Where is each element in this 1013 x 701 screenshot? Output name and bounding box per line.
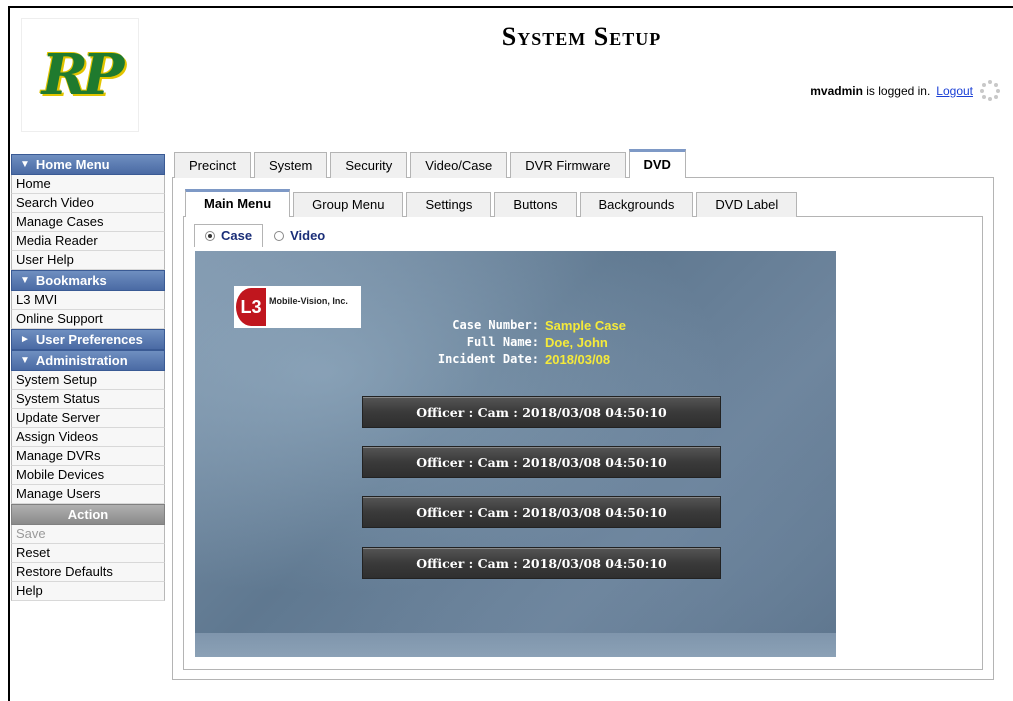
sidebar-item-l3-mvi[interactable]: L3 MVI bbox=[11, 291, 165, 310]
case-number-value: Sample Case bbox=[545, 318, 626, 333]
tab-dvd[interactable]: DVD bbox=[628, 149, 686, 178]
dvd-panel: Case Video L3 Mobile-Vision, Inc. Case N… bbox=[183, 216, 983, 670]
sidebar-item-search-video[interactable]: Search Video bbox=[11, 194, 165, 213]
incident-date-value: 2018/03/08 bbox=[545, 352, 611, 367]
logged-in-text: is logged in. bbox=[866, 84, 931, 98]
tab-video-case[interactable]: Video/Case bbox=[410, 152, 508, 178]
video-button-2[interactable]: Officer : Cam : 2018/03/08 04:50:10 bbox=[362, 446, 721, 478]
sidebar-item-manage-dvrs[interactable]: Manage DVRs bbox=[11, 447, 165, 466]
reset-button[interactable]: Reset bbox=[11, 544, 165, 563]
home-menu-header[interactable]: ▼ Home Menu bbox=[11, 154, 165, 175]
sidebar-item-system-setup[interactable]: System Setup bbox=[11, 371, 165, 390]
tab-buttons[interactable]: Buttons bbox=[494, 192, 577, 217]
loading-spinner-icon bbox=[979, 80, 1001, 102]
tab-dvd-label[interactable]: DVD Label bbox=[696, 192, 798, 217]
mode-tabs: Case Video bbox=[194, 223, 337, 247]
triangle-down-icon: ▼ bbox=[20, 355, 30, 366]
l3-logo-name: Mobile-Vision, Inc. bbox=[269, 296, 348, 306]
incident-date-label: Incident Date: bbox=[437, 352, 539, 366]
tab-video-label: Video bbox=[290, 227, 326, 243]
tab-dvr-firmware[interactable]: DVR Firmware bbox=[510, 152, 626, 178]
triangle-down-icon: ▼ bbox=[20, 275, 30, 286]
l3-logo-mark: L3 bbox=[236, 288, 266, 326]
radio-unselected-icon[interactable] bbox=[274, 230, 285, 241]
tab-security[interactable]: Security bbox=[330, 152, 408, 178]
tab-backgrounds[interactable]: Backgrounds bbox=[579, 192, 694, 217]
video-button-3[interactable]: Officer : Cam : 2018/03/08 04:50:10 bbox=[362, 496, 721, 528]
bookmarks-label: Bookmarks bbox=[35, 273, 107, 288]
username: mvadmin bbox=[810, 84, 863, 98]
sidebar: ▼ Home Menu Home Search Video Manage Cas… bbox=[11, 154, 165, 601]
tab-video[interactable]: Video bbox=[263, 224, 337, 247]
video-button-1[interactable]: Officer : Cam : 2018/03/08 04:50:10 bbox=[362, 396, 721, 428]
user-preferences-header[interactable]: ► User Preferences bbox=[11, 329, 165, 350]
sidebar-item-assign-videos[interactable]: Assign Videos bbox=[11, 428, 165, 447]
secondary-tabs: Main Menu Group Menu Settings Buttons Ba… bbox=[185, 189, 800, 217]
login-status: mvadmin is logged in. Logout bbox=[810, 80, 1001, 102]
administration-header[interactable]: ▼ Administration bbox=[11, 350, 165, 371]
full-name-value: Doe, John bbox=[545, 335, 608, 350]
video-button-4[interactable]: Officer : Cam : 2018/03/08 04:50:10 bbox=[362, 547, 721, 579]
radio-selected-icon[interactable] bbox=[205, 231, 215, 241]
action-header: Action bbox=[11, 504, 165, 525]
preview-bottom-band bbox=[195, 633, 836, 657]
sidebar-item-manage-users[interactable]: Manage Users bbox=[11, 485, 165, 504]
sidebar-item-update-server[interactable]: Update Server bbox=[11, 409, 165, 428]
administration-label: Administration bbox=[35, 353, 128, 368]
sidebar-item-mobile-devices[interactable]: Mobile Devices bbox=[11, 466, 165, 485]
user-preferences-label: User Preferences bbox=[35, 332, 143, 347]
triangle-down-icon: ▼ bbox=[20, 159, 30, 170]
case-number-label: Case Number: bbox=[452, 318, 539, 332]
bookmarks-header[interactable]: ▼ Bookmarks bbox=[11, 270, 165, 291]
tab-main-menu[interactable]: Main Menu bbox=[185, 189, 291, 217]
tab-settings[interactable]: Settings bbox=[406, 192, 492, 217]
sidebar-item-media-reader[interactable]: Media Reader bbox=[11, 232, 165, 251]
tab-precinct[interactable]: Precinct bbox=[174, 152, 251, 178]
case-info: Case Number: Sample Case Full Name: Doe,… bbox=[345, 317, 765, 368]
sidebar-item-home[interactable]: Home bbox=[11, 175, 165, 194]
tab-system[interactable]: System bbox=[253, 152, 328, 178]
sidebar-item-manage-cases[interactable]: Manage Cases bbox=[11, 213, 165, 232]
sidebar-item-user-help[interactable]: User Help bbox=[11, 251, 165, 270]
tab-case-label: Case bbox=[221, 228, 253, 243]
home-menu-label: Home Menu bbox=[35, 157, 110, 172]
setup-panel: Case Video L3 Mobile-Vision, Inc. Case N… bbox=[172, 177, 994, 680]
page-title: System Setup bbox=[501, 22, 662, 51]
sidebar-item-system-status[interactable]: System Status bbox=[11, 390, 165, 409]
logout-link[interactable]: Logout bbox=[936, 84, 973, 98]
full-name-label: Full Name: bbox=[466, 335, 539, 349]
tab-case[interactable]: Case bbox=[194, 224, 264, 247]
triangle-right-icon: ► bbox=[20, 334, 30, 345]
restore-defaults-button[interactable]: Restore Defaults bbox=[11, 563, 165, 582]
tab-group-menu[interactable]: Group Menu bbox=[293, 192, 404, 217]
sidebar-item-online-support[interactable]: Online Support bbox=[11, 310, 165, 329]
dvd-menu-preview: L3 Mobile-Vision, Inc. Case Number: Samp… bbox=[195, 251, 836, 657]
save-button: Save bbox=[11, 525, 165, 544]
l3-mobile-vision-logo: L3 Mobile-Vision, Inc. bbox=[234, 286, 361, 328]
primary-tabs: Precinct System Security Video/Case DVR … bbox=[174, 149, 689, 178]
help-button[interactable]: Help bbox=[11, 582, 165, 601]
main-content: Case Video L3 Mobile-Vision, Inc. Case N… bbox=[172, 149, 994, 680]
